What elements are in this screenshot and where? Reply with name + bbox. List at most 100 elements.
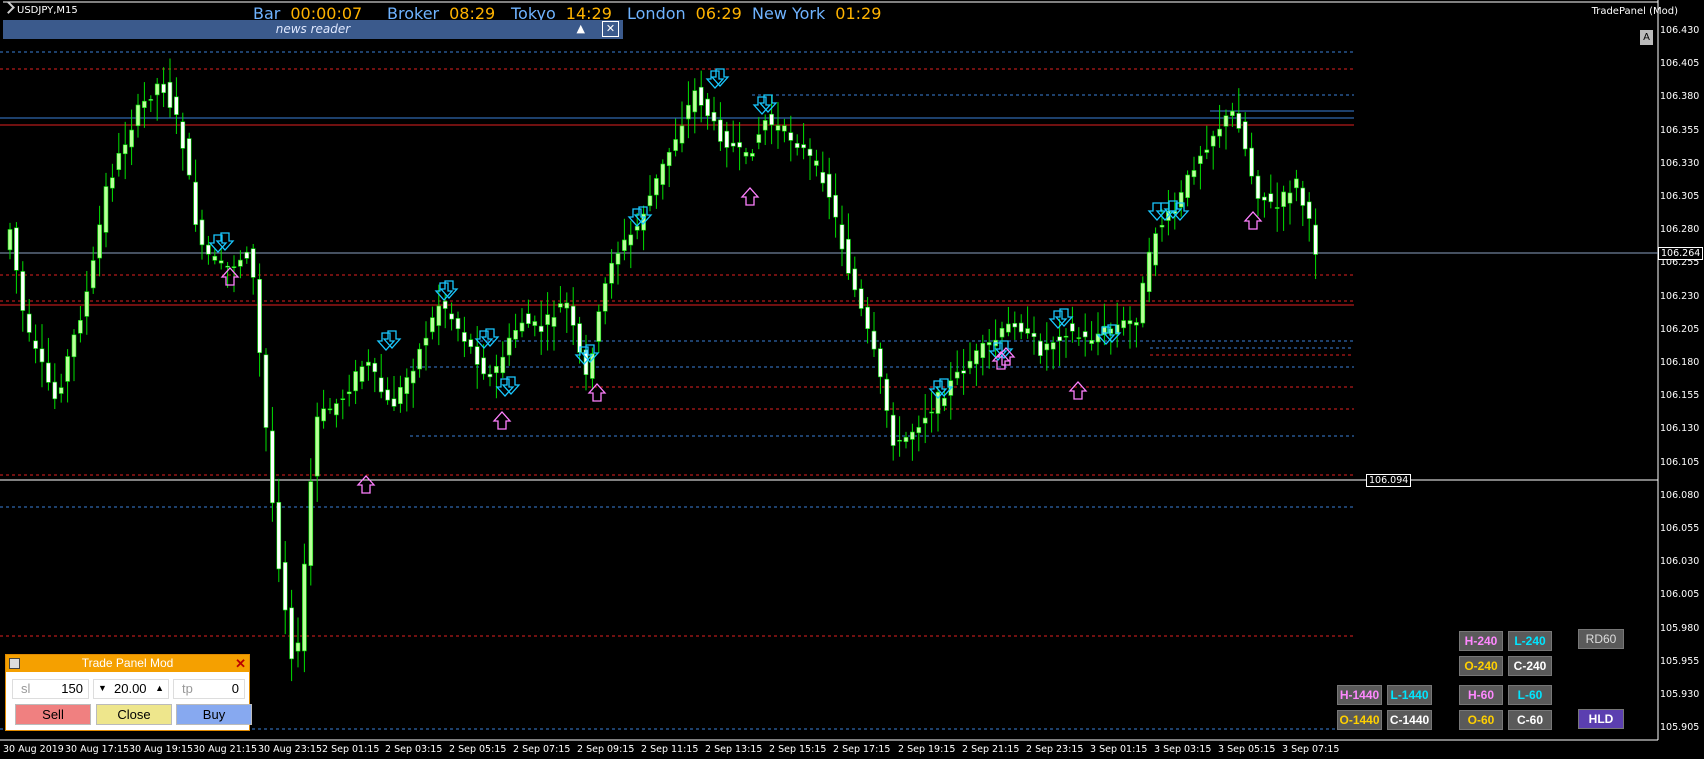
- candle-body: [289, 607, 294, 660]
- lot-size-stepper[interactable]: ▼ 20.00 ▲: [93, 679, 169, 699]
- candle-body: [340, 398, 346, 400]
- price-tick-label: 106.155: [1660, 390, 1700, 402]
- candle-body: [378, 377, 384, 393]
- l1440-button[interactable]: L-1440: [1387, 685, 1432, 705]
- candle-body: [833, 194, 838, 218]
- news-reader-bar[interactable]: news reader ▲ ✕: [3, 20, 623, 39]
- h1440-button[interactable]: H-1440: [1337, 685, 1382, 705]
- candle-body: [750, 153, 755, 157]
- candle-body: [462, 332, 467, 342]
- candle-body: [321, 408, 326, 422]
- candle-body: [769, 113, 774, 126]
- time-tick-label: 2 Sep 23:15: [1026, 744, 1084, 755]
- stop-loss-field[interactable]: sl 150: [12, 679, 89, 699]
- candle-body: [1178, 192, 1184, 208]
- candle-body: [730, 142, 736, 147]
- candle-body: [353, 371, 358, 392]
- session-time: 06:29: [695, 4, 742, 23]
- price-tick-label: 106.430: [1660, 25, 1700, 36]
- candle-body: [679, 125, 685, 144]
- candle-body: [897, 439, 902, 442]
- candle-body: [666, 151, 672, 167]
- collapse-icon[interactable]: ▲: [577, 22, 585, 35]
- candle-body: [788, 132, 794, 141]
- candle-body: [551, 317, 557, 327]
- price-tick-label: 105.980: [1660, 622, 1700, 634]
- rd60-button[interactable]: RD60: [1578, 629, 1624, 649]
- candle-body: [743, 152, 749, 157]
- candle-body: [519, 322, 525, 332]
- close-icon[interactable]: ✕: [602, 21, 619, 37]
- candle-body: [852, 268, 858, 291]
- candle-body: [314, 416, 320, 477]
- candle-body: [244, 251, 250, 259]
- buy-button[interactable]: Buy: [176, 704, 252, 725]
- candle-body: [14, 227, 19, 271]
- candle-body: [1230, 110, 1235, 117]
- candle-body: [967, 360, 973, 369]
- h240-button[interactable]: H-240: [1459, 631, 1503, 651]
- o1440-button[interactable]: O-1440: [1337, 710, 1382, 730]
- candle-body: [199, 219, 205, 246]
- candle-body: [468, 339, 474, 347]
- candle-body: [762, 120, 768, 131]
- time-tick-label: 2 Sep 01:15: [322, 744, 380, 755]
- candle-body: [71, 334, 77, 358]
- candle-body: [250, 248, 256, 278]
- candle-body: [46, 362, 51, 383]
- trade-panel-header[interactable]: Trade Panel Mod ✕: [6, 655, 249, 672]
- sell-button[interactable]: Sell: [15, 704, 91, 725]
- candle-body: [775, 125, 781, 131]
- candle-body: [212, 255, 218, 261]
- h60-button[interactable]: H-60: [1459, 685, 1503, 705]
- autoscroll-button[interactable]: A: [1640, 30, 1653, 45]
- price-tick-label: 105.955: [1660, 655, 1700, 667]
- time-tick-label: 2 Sep 07:15: [513, 744, 571, 755]
- candle-body: [449, 313, 454, 320]
- candle-body: [506, 337, 512, 356]
- decrease-icon[interactable]: ▼: [98, 683, 107, 693]
- candle-body: [430, 317, 435, 333]
- stop-loss-value: 150: [61, 681, 83, 696]
- price-chart[interactable]: [0, 0, 1704, 759]
- candle-body: [1076, 337, 1082, 339]
- candle-body: [526, 313, 531, 325]
- candle-body: [596, 311, 602, 342]
- candle-body: [1204, 149, 1210, 153]
- candle-body: [884, 378, 890, 411]
- o240-button[interactable]: O-240: [1459, 656, 1503, 676]
- candle-body: [167, 81, 173, 108]
- candle-body: [999, 328, 1005, 338]
- trade-panel: Trade Panel Mod ✕ sl 150 ▼ 20.00 ▲ tp 0 …: [5, 654, 252, 731]
- l240-button[interactable]: L-240: [1508, 631, 1552, 651]
- o60-button[interactable]: O-60: [1459, 710, 1503, 730]
- candle-body: [878, 348, 883, 378]
- close-button[interactable]: Close: [96, 704, 172, 725]
- candle-body: [135, 104, 141, 127]
- c1440-button[interactable]: C-1440: [1387, 710, 1432, 730]
- candle-body: [116, 153, 122, 170]
- close-icon[interactable]: ✕: [235, 655, 246, 672]
- candle-body: [308, 481, 314, 566]
- candle-body: [1185, 174, 1190, 198]
- c60-button[interactable]: C-60: [1508, 710, 1552, 730]
- candle-body: [270, 430, 275, 504]
- current-price-label: 106.264: [1658, 247, 1704, 260]
- candle-body: [52, 381, 58, 400]
- time-tick-label: 2 Sep 19:15: [898, 744, 956, 755]
- candle-body: [545, 314, 550, 325]
- candle-body: [564, 302, 570, 309]
- increase-icon[interactable]: ▲: [155, 683, 164, 693]
- hld-button[interactable]: HLD: [1578, 709, 1624, 729]
- candle-body: [756, 134, 762, 143]
- candle-body: [359, 366, 365, 382]
- c240-button[interactable]: C-240: [1508, 656, 1552, 676]
- candle-body: [1159, 224, 1165, 228]
- candle-body: [1191, 170, 1197, 178]
- minimize-icon[interactable]: [9, 658, 20, 669]
- candle-body: [807, 148, 813, 156]
- l60-button[interactable]: L-60: [1508, 685, 1552, 705]
- level-price-label: 106.094: [1366, 474, 1412, 487]
- take-profit-field[interactable]: tp 0: [173, 679, 245, 699]
- price-tick-label: 106.230: [1660, 290, 1700, 302]
